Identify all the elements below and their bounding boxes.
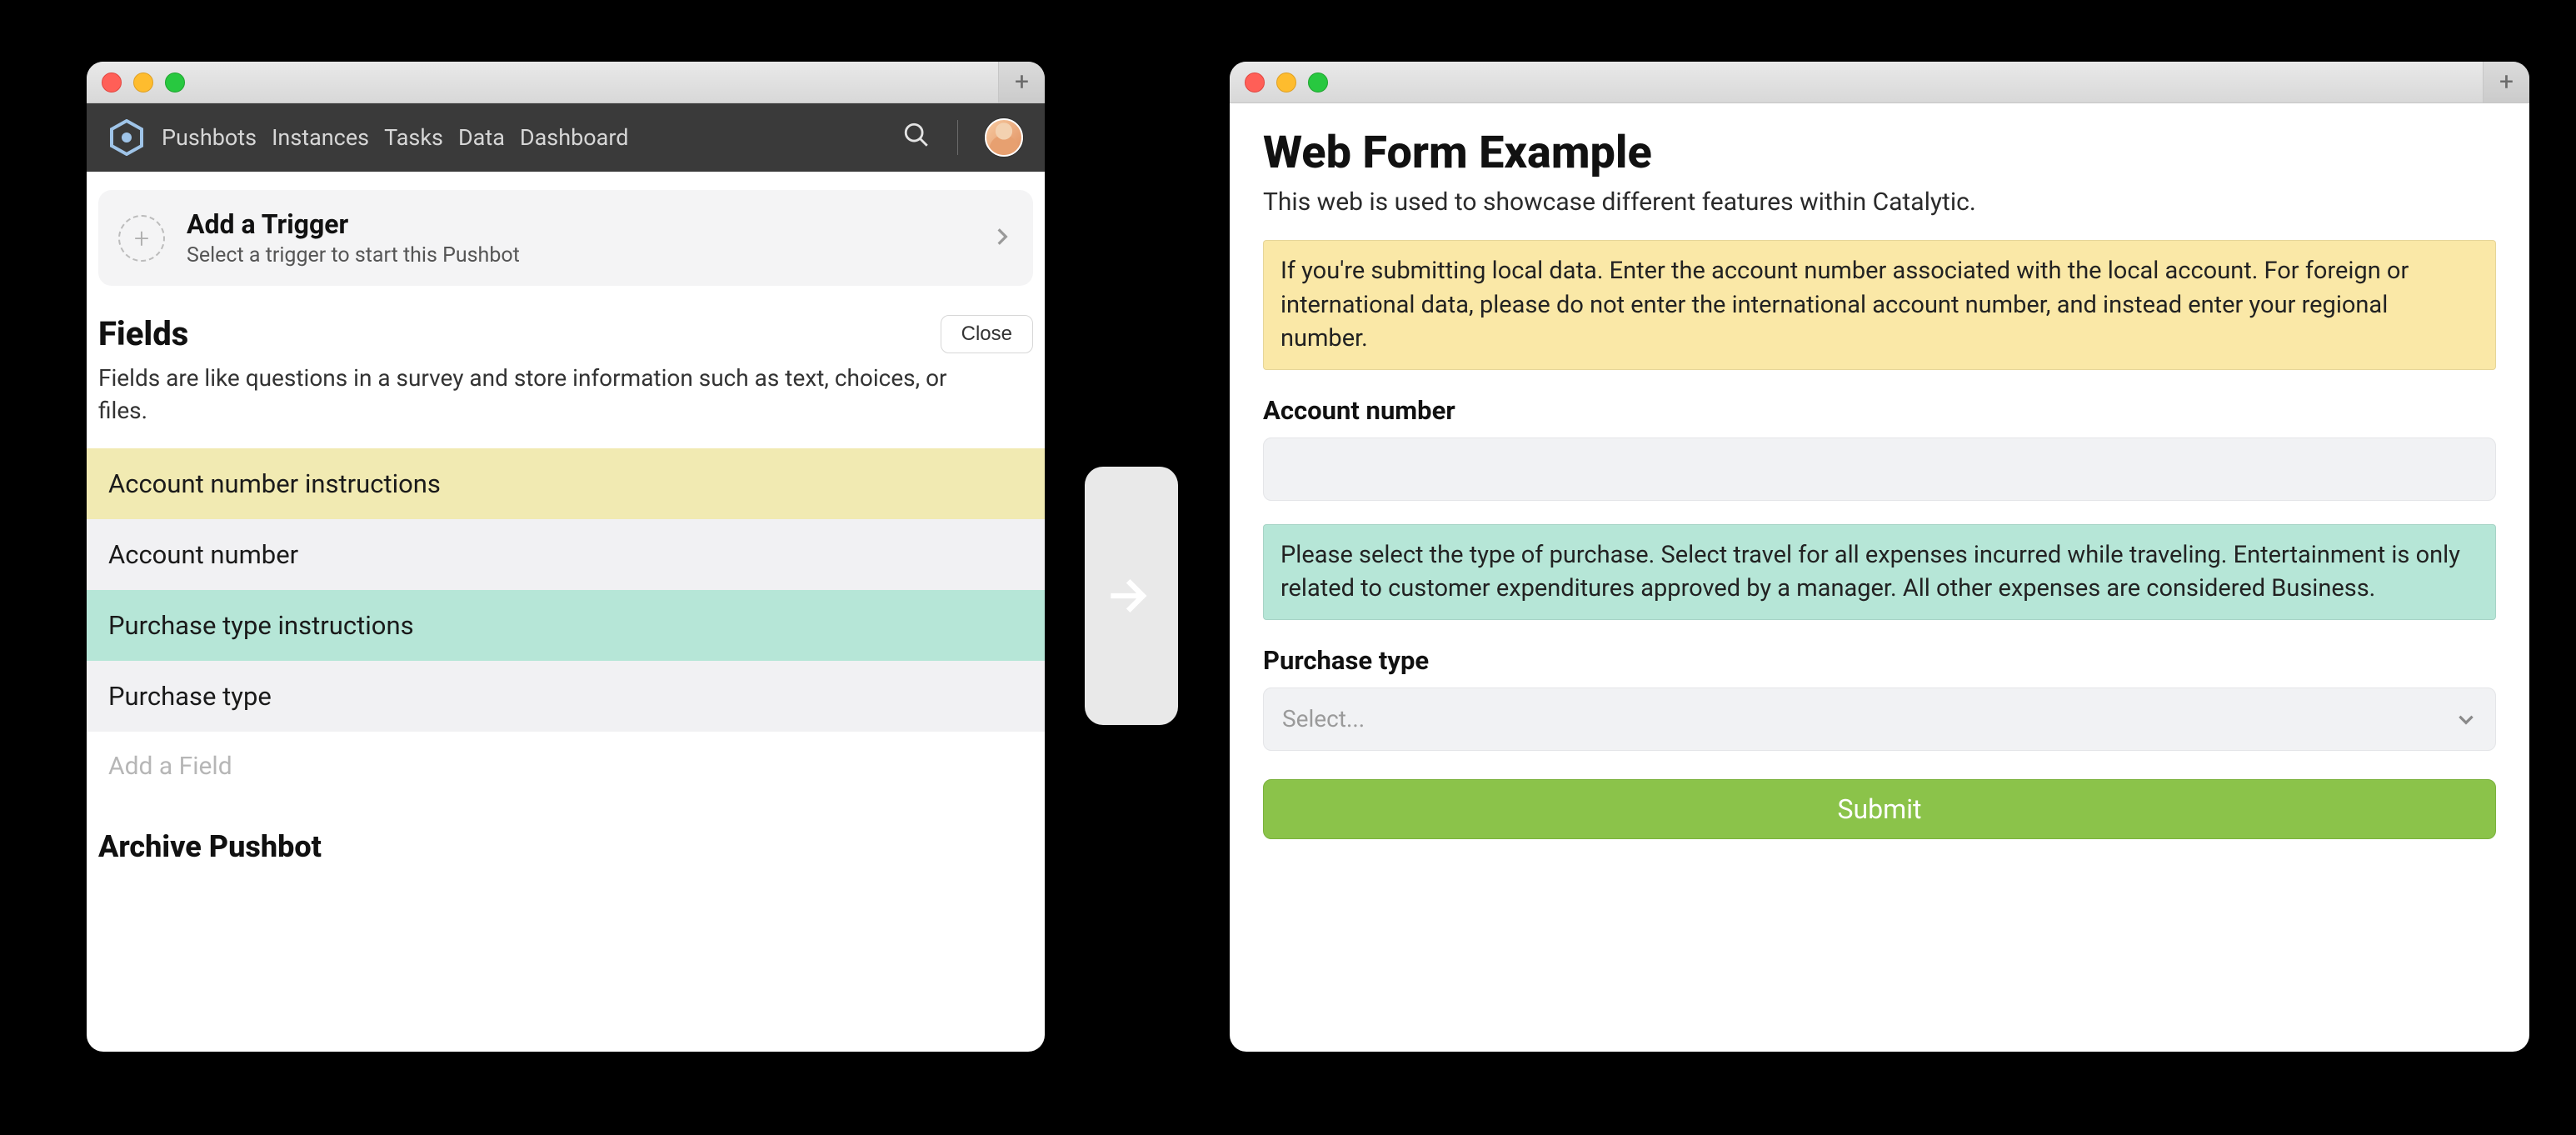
nav-tasks[interactable]: Tasks: [384, 124, 443, 151]
add-field-input[interactable]: Add a Field: [87, 732, 1045, 801]
account-number-label: Account number: [1263, 395, 2496, 426]
instructions-callout-purchase: Please select the type of purchase. Sele…: [1263, 524, 2496, 620]
titlebar: +: [87, 62, 1045, 103]
page-subtitle: This web is used to showcase different f…: [1263, 188, 2496, 217]
instructions-callout-account: If you're submitting local data. Enter t…: [1263, 240, 2496, 370]
trigger-title: Add a Trigger: [187, 208, 520, 240]
toolbar-divider: [957, 120, 958, 155]
builder-body: + Add a Trigger Select a trigger to star…: [87, 172, 1045, 1052]
maximize-window-icon[interactable]: [165, 72, 185, 92]
form-preview-window: + Web Form Example This web is used to s…: [1230, 62, 2529, 1052]
close-button[interactable]: Close: [941, 315, 1033, 353]
search-icon[interactable]: [902, 121, 931, 155]
minimize-window-icon[interactable]: [133, 72, 153, 92]
new-tab-button[interactable]: +: [998, 62, 1045, 102]
plus-circle-icon: +: [118, 215, 165, 262]
close-window-icon[interactable]: [1245, 72, 1265, 92]
field-row[interactable]: Account number: [87, 519, 1045, 590]
archive-pushbot-heading[interactable]: Archive Pushbot: [87, 801, 1045, 864]
new-tab-button[interactable]: +: [2483, 62, 2529, 102]
app-toolbar: Pushbots Instances Tasks Data Dashboard: [87, 103, 1045, 172]
form-body: Web Form Example This web is used to sho…: [1230, 103, 2529, 1052]
field-row[interactable]: Purchase type: [87, 661, 1045, 732]
chevron-right-icon: [991, 226, 1013, 251]
arrow-divider: [1085, 467, 1178, 725]
titlebar: +: [1230, 62, 2529, 103]
submit-button[interactable]: Submit: [1263, 779, 2496, 839]
add-trigger-card[interactable]: + Add a Trigger Select a trigger to star…: [98, 190, 1033, 286]
builder-window: + Pushbots Instances Tasks Data Dashboar…: [87, 62, 1045, 1052]
nav-pushbots[interactable]: Pushbots: [162, 124, 257, 151]
app-logo-icon[interactable]: [108, 119, 145, 156]
nav-data[interactable]: Data: [458, 124, 505, 151]
purchase-type-label: Purchase type: [1263, 645, 2496, 676]
fields-heading: Fields: [98, 314, 188, 353]
field-row[interactable]: Account number instructions: [87, 448, 1045, 519]
minimize-window-icon[interactable]: [1276, 72, 1296, 92]
fields-list: Account number instructionsAccount numbe…: [87, 448, 1045, 732]
window-controls: [1245, 72, 1328, 92]
field-row[interactable]: Purchase type instructions: [87, 590, 1045, 661]
arrow-right-icon: [1101, 565, 1162, 627]
trigger-subtitle: Select a trigger to start this Pushbot: [187, 243, 520, 268]
nav-links: Pushbots Instances Tasks Data Dashboard: [162, 124, 628, 151]
nav-dashboard[interactable]: Dashboard: [520, 124, 629, 151]
select-placeholder: Select...: [1282, 705, 1365, 732]
page-title: Web Form Example: [1263, 127, 2496, 179]
purchase-type-select[interactable]: Select...: [1263, 688, 2496, 751]
fields-section-header: Fields Close: [87, 314, 1045, 353]
maximize-window-icon[interactable]: [1308, 72, 1328, 92]
chevron-down-icon: [2455, 708, 2477, 730]
user-avatar[interactable]: [985, 118, 1023, 157]
nav-instances[interactable]: Instances: [272, 124, 369, 151]
window-controls: [102, 72, 185, 92]
close-window-icon[interactable]: [102, 72, 122, 92]
fields-description: Fields are like questions in a survey an…: [87, 353, 970, 448]
account-number-input[interactable]: [1263, 438, 2496, 501]
